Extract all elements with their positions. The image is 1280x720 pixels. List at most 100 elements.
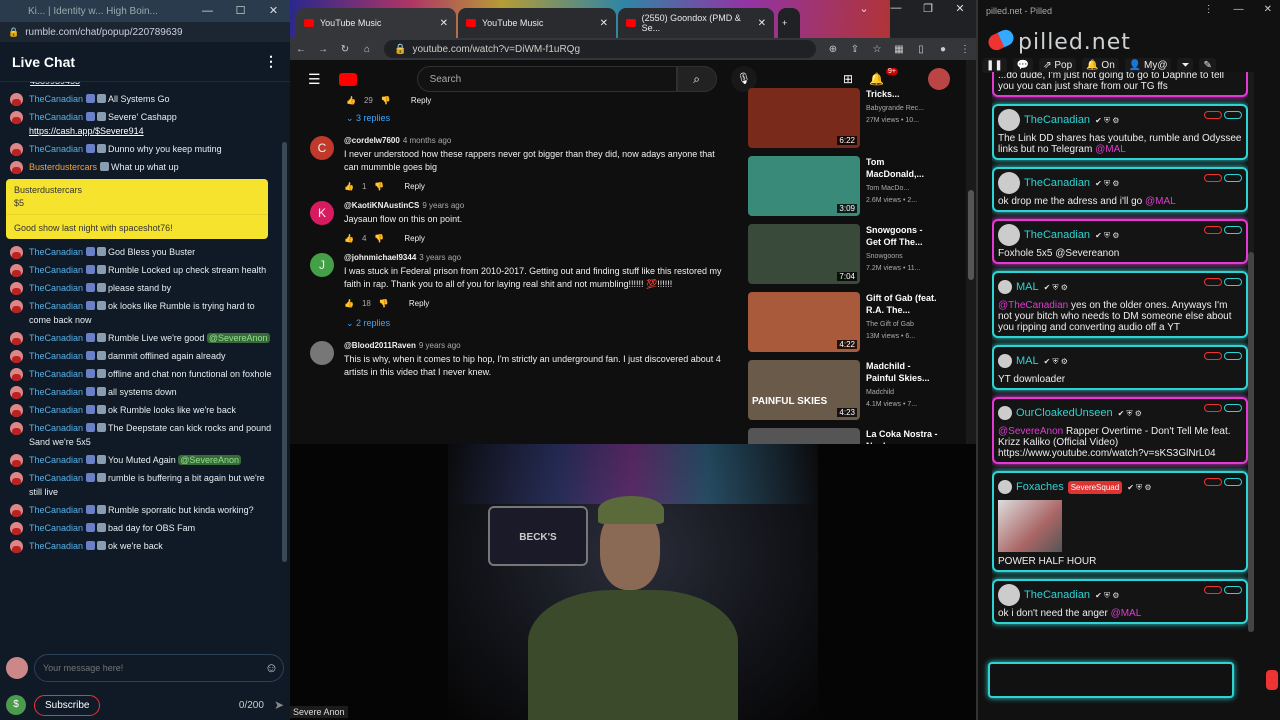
notifications-bell-icon[interactable]: 🔔 <box>869 72 884 86</box>
minimize-icon[interactable]: — <box>1234 4 1244 15</box>
feed-scrollbar[interactable] <box>1248 72 1254 632</box>
user-avatar[interactable] <box>10 264 23 277</box>
commenter-avatar[interactable] <box>310 341 334 365</box>
post-pill-icons[interactable] <box>1204 352 1242 360</box>
maximize-icon[interactable]: ☐ <box>224 0 257 22</box>
user-avatar[interactable] <box>10 522 23 535</box>
dislike-icon[interactable]: 👎 <box>381 96 391 105</box>
sidepanel-icon[interactable]: ▯ <box>910 44 932 55</box>
user-avatar[interactable] <box>10 93 23 106</box>
user-avatar[interactable] <box>10 332 23 345</box>
user-avatar[interactable] <box>998 584 1020 606</box>
mention[interactable]: @MAL <box>1111 608 1142 619</box>
pilled-message-input[interactable] <box>988 662 1234 698</box>
search-icon[interactable]: ⌕ <box>676 66 717 92</box>
username[interactable]: TheCanadian <box>29 369 83 379</box>
like-icon[interactable]: 👍 <box>344 234 354 243</box>
user-avatar[interactable] <box>998 480 1012 494</box>
username[interactable]: TheCanadian <box>29 144 83 154</box>
video-title[interactable]: Tom MacDonald,... <box>866 156 938 180</box>
reply-button[interactable]: Reply <box>404 182 424 191</box>
forward-icon[interactable]: → <box>312 44 334 55</box>
subscribe-button[interactable]: Subscribe <box>34 694 101 716</box>
user-avatar[interactable] <box>998 224 1020 246</box>
pencil-icon[interactable]: ✎ <box>1199 58 1216 73</box>
close-icon[interactable]: ✕ <box>257 0 290 22</box>
tab-search-icon[interactable]: ⌄ <box>848 2 880 15</box>
close-tab-icon[interactable]: ✕ <box>440 18 448 29</box>
username[interactable]: MAL <box>1016 355 1039 367</box>
more-options-icon[interactable]: ⋮ <box>1204 4 1214 15</box>
commenter-avatar[interactable]: J <box>310 253 334 277</box>
post-image[interactable] <box>998 500 1062 552</box>
emoji-icon[interactable]: ☺ <box>265 660 278 675</box>
video-thumbnail[interactable]: 6:22 <box>748 88 860 148</box>
channel-name[interactable]: Madchild <box>866 387 938 399</box>
minimize-icon[interactable]: — <box>880 2 912 15</box>
dislike-icon[interactable]: 👎 <box>374 234 384 243</box>
new-tab-button[interactable]: + <box>778 8 800 38</box>
user-avatar[interactable] <box>10 504 23 517</box>
user-avatar[interactable] <box>10 282 23 295</box>
post-pill-icons[interactable] <box>1204 478 1242 486</box>
extension-icon[interactable]: ▦ <box>888 44 910 55</box>
profile-icon[interactable]: ● <box>932 44 954 55</box>
page-scrollbar[interactable] <box>966 60 976 444</box>
mentions-button[interactable]: 👤 My@ <box>1124 58 1172 73</box>
view-replies-button[interactable]: ⌄ 3 replies <box>346 113 730 124</box>
dislike-icon[interactable]: 👎 <box>374 182 384 191</box>
username[interactable]: TheCanadian <box>29 333 83 343</box>
hamburger-menu-icon[interactable]: ☰ <box>308 71 321 88</box>
popout-button[interactable]: ⇗ Pop <box>1039 58 1077 73</box>
channel-name[interactable]: The Gift of Gab <box>866 319 938 331</box>
rant-dollar-button[interactable]: $ <box>6 695 26 715</box>
pause-icon[interactable]: ❚❚ <box>982 58 1007 73</box>
comment-time[interactable]: 9 years ago <box>422 201 464 210</box>
username[interactable]: TheCanadian <box>29 387 83 397</box>
username[interactable]: TheCanadian <box>1024 589 1090 601</box>
address-bar[interactable]: 🔒 rumble.com/chat/popup/220789639 <box>0 22 290 42</box>
post-pill-icons[interactable] <box>1204 174 1242 182</box>
search-input[interactable]: Search <box>416 66 677 92</box>
comment-author[interactable]: @Blood2011Raven <box>344 341 416 350</box>
video-title[interactable]: Gift of Gab (feat. R.A. The... <box>866 292 938 316</box>
menu-icon[interactable]: ⋮ <box>954 44 976 55</box>
user-avatar[interactable] <box>10 404 23 417</box>
username[interactable]: OurCloakedUnseen <box>1016 407 1113 419</box>
share-icon[interactable]: ⇪ <box>844 44 866 55</box>
recommended-video[interactable]: 6:22 Tricks... Babygrande Rec... 27M views … <box>748 88 938 148</box>
user-avatar[interactable] <box>10 472 23 485</box>
address-bar[interactable]: 🔒 youtube.com/watch?v=DiWM-f1uRQg <box>384 40 816 58</box>
view-replies-button[interactable]: ⌄ 2 replies <box>346 318 730 329</box>
video-title[interactable]: Madchild - Painful Skies... <box>866 360 938 384</box>
video-thumbnail[interactable]: 3:09 <box>748 156 860 216</box>
tab-youtube-music-2[interactable]: YouTube Music ✕ <box>458 8 616 38</box>
post-pill-icons[interactable] <box>1204 586 1242 594</box>
username[interactable]: TheCanadian <box>29 301 83 311</box>
send-icon[interactable]: ➤ <box>274 698 284 712</box>
mention[interactable]: @SevereAnon <box>206 333 270 343</box>
user-avatar[interactable] <box>10 143 23 156</box>
username[interactable]: TheCanadian <box>29 523 83 533</box>
comment-time[interactable]: 9 years ago <box>419 341 461 350</box>
user-avatar[interactable] <box>998 172 1020 194</box>
comment-time[interactable]: 3 years ago <box>419 253 461 262</box>
username[interactable]: TheCanadian <box>29 283 83 293</box>
reload-icon[interactable]: ↻ <box>334 44 356 55</box>
channel-name[interactable]: Snowgoons <box>866 251 938 263</box>
close-icon[interactable]: ✕ <box>944 2 976 15</box>
user-avatar[interactable] <box>10 111 23 124</box>
username[interactable]: TheCanadian <box>1024 229 1090 241</box>
bookmark-star-icon[interactable]: ☆ <box>866 44 888 55</box>
home-icon[interactable]: ⌂ <box>356 44 378 55</box>
user-avatar[interactable] <box>10 422 23 435</box>
user-avatar[interactable] <box>998 280 1012 294</box>
username[interactable]: TheCanadian <box>29 473 83 483</box>
commenter-avatar[interactable]: C <box>310 136 334 160</box>
create-video-icon[interactable]: ⊞ <box>843 72 853 86</box>
video-thumbnail[interactable]: PAINFUL SKIES 4:23 <box>748 360 860 420</box>
chat-scrollbar[interactable] <box>282 82 288 642</box>
post-pill-icons[interactable] <box>1204 111 1242 119</box>
video-title[interactable]: Tricks... <box>866 88 924 100</box>
recommended-video[interactable]: PAINFUL SKIES 4:23 Madchild - Painful Skie… <box>748 360 938 420</box>
